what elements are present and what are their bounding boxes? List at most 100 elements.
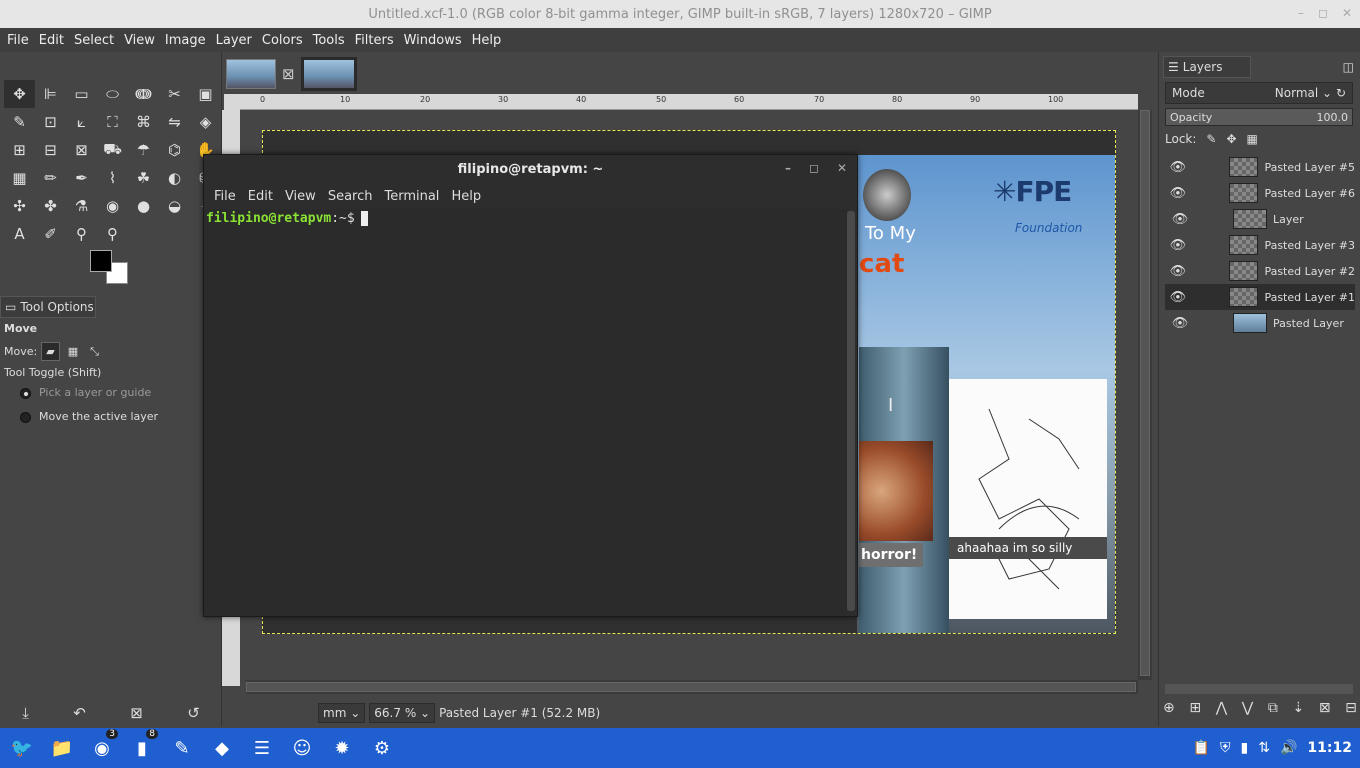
foreground-select-icon[interactable]: ▣ [190, 80, 221, 108]
burn-icon[interactable]: ◒ [159, 192, 190, 220]
new-group-icon[interactable]: ⊞ [1189, 700, 1201, 716]
mode-reset-icon[interactable]: ↻ [1336, 86, 1346, 100]
terminal-menu-view[interactable]: View [279, 189, 322, 204]
unified-transform-icon[interactable]: ⛶ [97, 108, 128, 136]
paint-icon[interactable]: ✎ [165, 731, 199, 765]
lower-layer-icon[interactable]: ⋁ [1242, 700, 1253, 716]
terminal-menu-edit[interactable]: Edit [242, 189, 279, 204]
perspective-clone-icon[interactable]: ⊟ [35, 136, 66, 164]
layer-row[interactable]: 👁 Pasted Layer #1 [1165, 284, 1355, 310]
layer-row[interactable]: 👁 Pasted Layer #6 [1165, 180, 1355, 206]
pick-layer-option[interactable]: Pick a layer or guide [20, 386, 151, 399]
visibility-eye-icon[interactable]: 👁 [1165, 290, 1191, 305]
layer-row[interactable]: 👁 Pasted Layer #3 [1165, 232, 1355, 258]
close-image-tab-icon[interactable]: ⊠ [282, 65, 295, 83]
ink-icon[interactable]: ☘ [128, 164, 159, 192]
crop-icon[interactable]: ⟀ [66, 108, 97, 136]
scissors-icon[interactable]: ✂ [159, 80, 190, 108]
radio-move-active[interactable] [20, 411, 31, 423]
clone-icon[interactable]: ✣ [4, 192, 35, 220]
menu-tools[interactable]: Tools [308, 33, 350, 48]
menu-filters[interactable]: Filters [350, 33, 399, 48]
menu-image[interactable]: Image [160, 33, 211, 48]
shield-icon[interactable]: ⛨ [1220, 740, 1231, 756]
panel-menu-icon[interactable]: ◫ [1343, 60, 1354, 74]
color-picker-icon[interactable]: ✐ [35, 220, 66, 248]
heal-brush-icon[interactable]: ✤ [35, 192, 66, 220]
lock-position-icon[interactable]: ✥ [1226, 132, 1236, 146]
restore-options-icon[interactable]: ↶ [73, 704, 86, 722]
ellipse-select-icon[interactable]: ⬭ [97, 80, 128, 108]
gimp-icon[interactable]: ◆ [205, 731, 239, 765]
airbrush-icon[interactable]: ⌇ [97, 164, 128, 192]
delete-layer-icon[interactable]: ⊟ [1345, 700, 1357, 716]
save-options-icon[interactable]: ⤓ [22, 704, 29, 722]
terminal-close-button[interactable]: ✕ [837, 161, 847, 175]
align-icon[interactable]: ⊫ [35, 80, 66, 108]
visibility-eye-icon[interactable]: 👁 [1165, 160, 1191, 175]
vertical-scroll-thumb[interactable] [1140, 110, 1150, 676]
move-path-mode-icon[interactable]: ⤡ [86, 343, 103, 361]
anchor-layer-icon[interactable]: ⇣ [1292, 700, 1304, 716]
duplicate-layer-icon[interactable]: ⧉ [1268, 700, 1278, 716]
eraser-icon[interactable]: ⚗ [66, 192, 97, 220]
opacity-slider[interactable]: Opacity 100.0 [1165, 108, 1353, 126]
move-layer-mode-icon[interactable]: ▰ [41, 342, 60, 361]
fg-bg-colors[interactable] [88, 248, 132, 288]
visibility-eye-icon[interactable]: 👁 [1165, 316, 1195, 331]
layer-row[interactable]: 👁 Layer [1165, 206, 1355, 232]
visibility-eye-icon[interactable]: 👁 [1165, 264, 1191, 279]
clock[interactable]: 11:12 [1307, 740, 1352, 756]
move-active-option[interactable]: Move the active layer [20, 410, 158, 423]
terminal-scrollbar[interactable] [847, 211, 855, 611]
tab-tool-options[interactable]: ▭ Tool Options [0, 296, 96, 318]
image-tab-2[interactable] [300, 57, 357, 91]
volume-icon[interactable]: 🔊 [1280, 740, 1297, 756]
warp-icon[interactable]: ⌘ [128, 108, 159, 136]
close-button[interactable]: ✕ [1342, 6, 1352, 20]
layer-row[interactable]: 👁 Pasted Layer #2 [1165, 258, 1355, 284]
terminal-menu-help[interactable]: Help [445, 189, 487, 204]
terminal-menu-terminal[interactable]: Terminal [378, 189, 445, 204]
maximize-button[interactable]: ◻ [1318, 6, 1328, 20]
bucket-fill-icon[interactable]: ⛟ [97, 136, 128, 164]
measure-icon[interactable]: ⚲ [66, 220, 97, 248]
zoom-select[interactable]: 66.7 % ⌄ [369, 703, 436, 723]
menu-view[interactable]: View [119, 33, 160, 48]
fuzzy-select-icon[interactable]: ✎ [4, 108, 35, 136]
menu-layer[interactable]: Layer [211, 33, 257, 48]
terminal-maximize-button[interactable]: ◻ [809, 161, 819, 175]
horizontal-scroll-thumb[interactable] [246, 682, 1136, 692]
rect-select-icon[interactable]: ▭ [66, 80, 97, 108]
terminal-body[interactable]: filipino@retapvm:~$ [204, 209, 847, 616]
text-icon[interactable]: A [4, 220, 35, 248]
clipboard-icon[interactable]: 📋 [1193, 740, 1210, 756]
layer-mode-select[interactable]: Mode Normal ⌄ ↻ [1165, 82, 1353, 104]
terminal-window[interactable]: filipino@retapvm: ~ – ◻ ✕ File Edit View… [203, 154, 893, 617]
network-icon[interactable]: ⇅ [1258, 740, 1270, 756]
foreground-color-swatch[interactable] [90, 250, 112, 272]
terminal-menu-search[interactable]: Search [322, 189, 379, 204]
terminal-minimize-button[interactable]: – [785, 161, 791, 175]
terminal-menu-file[interactable]: File [208, 189, 242, 204]
ruler-corner[interactable] [224, 94, 240, 110]
layer-row[interactable]: 👁 Pasted Layer [1165, 310, 1355, 336]
reset-options-icon[interactable]: ↺ [187, 704, 200, 722]
visibility-eye-icon[interactable]: 👁 [1165, 212, 1195, 227]
visibility-eye-icon[interactable]: 👁 [1165, 238, 1191, 253]
files-icon[interactable]: 📁 [45, 731, 79, 765]
lock-alpha-icon[interactable]: ▦ [1247, 132, 1258, 146]
lock-pixels-icon[interactable]: ✎ [1206, 132, 1216, 146]
new-layer-icon[interactable]: ⊕ [1163, 700, 1175, 716]
terminal-titlebar[interactable]: filipino@retapvm: ~ – ◻ ✕ [204, 155, 857, 183]
angry-bird-icon[interactable]: 🐦 [5, 731, 39, 765]
raise-layer-icon[interactable]: ⋀ [1216, 700, 1227, 716]
layer-row[interactable]: 👁 Pasted Layer #5 [1165, 154, 1355, 180]
ruler-top[interactable]: 0 10 20 30 40 50 60 70 80 90 100 [240, 94, 1138, 110]
paintbrush-icon[interactable]: ✏ [35, 164, 66, 192]
paint-icon[interactable]: ☂ [128, 136, 159, 164]
text-align-icon[interactable]: ⊠ [66, 136, 97, 164]
cage-icon[interactable]: ◈ [190, 108, 221, 136]
unit-select[interactable]: mm ⌄ [318, 703, 366, 723]
menu-edit[interactable]: Edit [34, 33, 69, 48]
